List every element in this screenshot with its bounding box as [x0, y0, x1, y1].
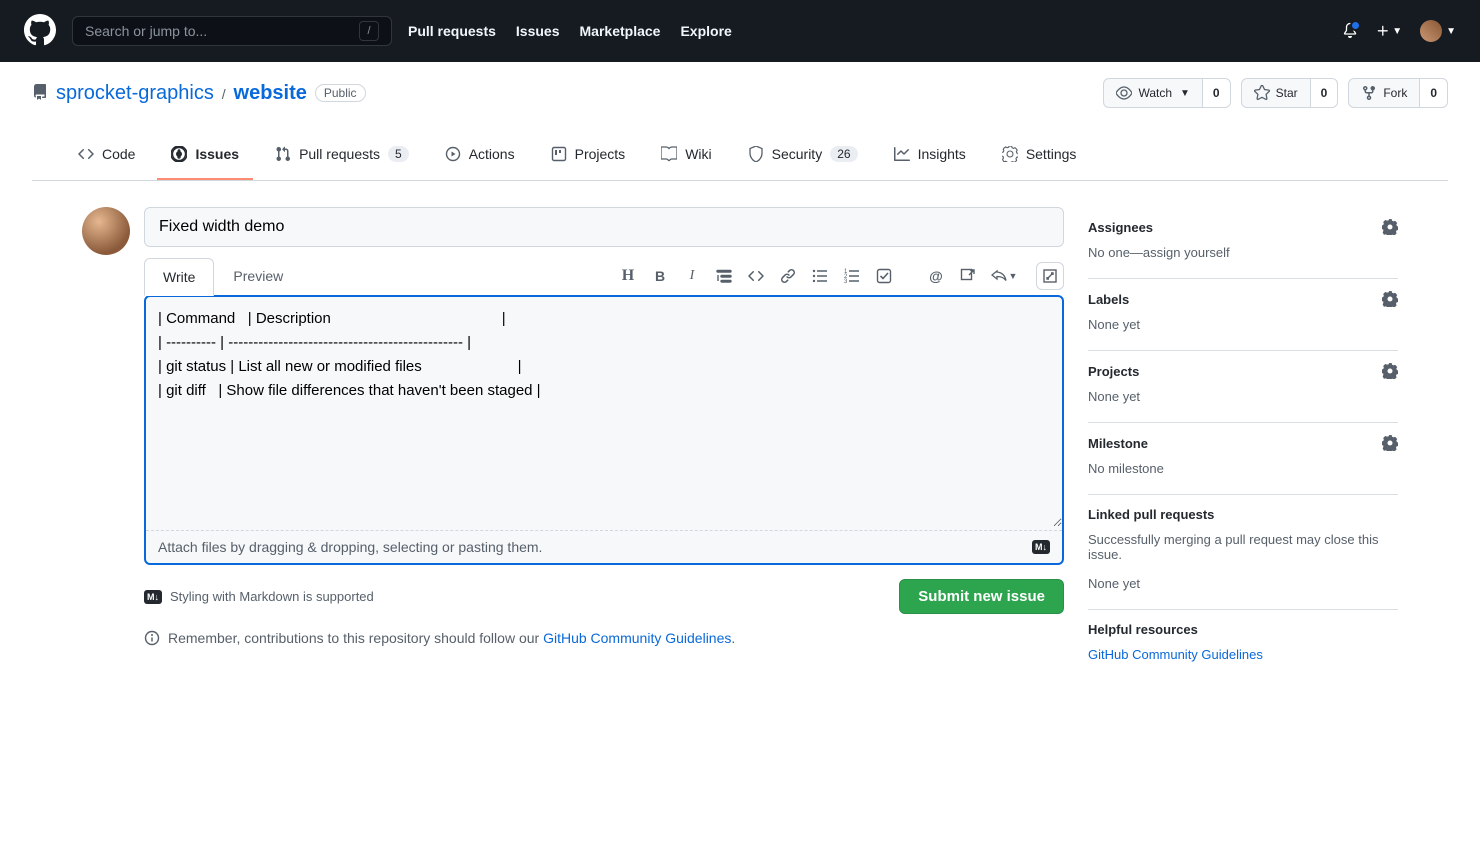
projects-title: Projects	[1088, 364, 1139, 379]
md-toolbar: H B I 123 @ ▼	[614, 262, 1064, 290]
watch-button[interactable]: Watch ▼	[1103, 78, 1202, 108]
tab-wiki[interactable]: Wiki	[647, 136, 725, 180]
repo-header: sprocket-graphics / website Public Watch…	[0, 62, 1480, 181]
link-icon[interactable]	[774, 262, 802, 290]
repo-icon	[32, 84, 48, 103]
markdown-icon[interactable]: M↓	[1032, 540, 1050, 554]
visibility-badge: Public	[315, 84, 366, 102]
tasklist-icon[interactable]	[870, 262, 898, 290]
fork-group: Fork 0	[1348, 78, 1448, 108]
attach-hint[interactable]: Attach files by dragging & dropping, sel…	[146, 530, 1062, 563]
watch-count[interactable]: 0	[1203, 78, 1231, 108]
star-group: Star 0	[1241, 78, 1339, 108]
gear-icon[interactable]	[1382, 363, 1398, 379]
projects-body: None yet	[1088, 389, 1398, 404]
search-placeholder: Search or jump to...	[85, 23, 207, 39]
tab-pulls[interactable]: Pull requests5	[261, 136, 423, 180]
preview-tab[interactable]: Preview	[214, 257, 302, 295]
milestone-body: No milestone	[1088, 461, 1398, 476]
user-menu[interactable]: ▼	[1420, 20, 1456, 42]
fork-button[interactable]: Fork	[1348, 78, 1420, 108]
nav-pulls[interactable]: Pull requests	[408, 23, 496, 39]
repo-breadcrumb: sprocket-graphics / website	[56, 82, 307, 105]
ul-icon[interactable]	[806, 262, 834, 290]
global-search[interactable]: Search or jump to... /	[72, 16, 392, 46]
mention-icon[interactable]: @	[922, 262, 950, 290]
gear-icon[interactable]	[1382, 435, 1398, 451]
repo-owner-link[interactable]: sprocket-graphics	[56, 82, 214, 104]
search-hotkey: /	[359, 21, 379, 41]
italic-icon[interactable]: I	[678, 262, 706, 290]
assignees-title: Assignees	[1088, 220, 1153, 235]
heading-icon[interactable]: H	[614, 262, 642, 290]
write-tab[interactable]: Write	[144, 258, 214, 296]
nav-marketplace[interactable]: Marketplace	[580, 23, 661, 39]
tab-issues[interactable]: Issues	[157, 136, 253, 180]
issue-body-textarea[interactable]	[146, 297, 1062, 527]
assignees-body[interactable]: No one—assign yourself	[1088, 245, 1398, 260]
fullscreen-icon[interactable]	[1036, 262, 1064, 290]
repo-tabs: Code Issues Pull requests5 Actions Proje…	[32, 128, 1448, 181]
tab-insights[interactable]: Insights	[880, 136, 980, 180]
helpful-title: Helpful resources	[1088, 622, 1398, 637]
bold-icon[interactable]: B	[646, 262, 674, 290]
global-header: Search or jump to... / Pull requests Iss…	[0, 0, 1480, 62]
issue-title-input[interactable]	[144, 207, 1064, 247]
tab-projects[interactable]: Projects	[537, 136, 640, 180]
watch-group: Watch ▼ 0	[1103, 78, 1230, 108]
nav-explore[interactable]: Explore	[680, 23, 731, 39]
linked-title: Linked pull requests	[1088, 507, 1214, 522]
fork-count[interactable]: 0	[1420, 78, 1448, 108]
avatar	[1420, 20, 1442, 42]
gear-icon[interactable]	[1382, 219, 1398, 235]
quote-icon[interactable]	[710, 262, 738, 290]
labels-body: None yet	[1088, 317, 1398, 332]
tab-actions[interactable]: Actions	[431, 136, 529, 180]
guidelines-link[interactable]: GitHub Community Guidelines	[543, 630, 731, 646]
markdown-icon: M↓	[144, 590, 162, 604]
nav-issues[interactable]: Issues	[516, 23, 560, 39]
repo-name-link[interactable]: website	[234, 82, 307, 104]
gear-icon[interactable]	[1382, 291, 1398, 307]
tab-code[interactable]: Code	[64, 136, 149, 180]
star-count[interactable]: 0	[1311, 78, 1339, 108]
star-button[interactable]: Star	[1241, 78, 1311, 108]
helpful-link[interactable]: GitHub Community Guidelines	[1088, 647, 1263, 662]
linked-body: None yet	[1088, 576, 1398, 591]
tab-settings[interactable]: Settings	[988, 136, 1091, 180]
code-icon[interactable]	[742, 262, 770, 290]
crossref-icon[interactable]	[954, 262, 982, 290]
contrib-reminder: Remember, contributions to this reposito…	[144, 630, 1064, 646]
issue-composer: Write Preview H B I 123 @	[144, 207, 1064, 680]
user-actions: ▼ ▼	[1342, 20, 1456, 42]
ol-icon[interactable]: 123	[838, 262, 866, 290]
author-avatar	[82, 207, 130, 255]
milestone-title: Milestone	[1088, 436, 1148, 451]
markdown-help[interactable]: M↓ Styling with Markdown is supported	[144, 589, 374, 604]
linked-desc: Successfully merging a pull request may …	[1088, 532, 1398, 562]
global-nav: Pull requests Issues Marketplace Explore	[408, 23, 732, 39]
labels-title: Labels	[1088, 292, 1129, 307]
sidebar: Assignees No one—assign yourself Labels …	[1088, 207, 1398, 680]
submit-button[interactable]: Submit new issue	[899, 579, 1064, 614]
svg-text:3: 3	[844, 279, 848, 284]
reply-icon[interactable]: ▼	[986, 262, 1022, 290]
issue-body-wrap: Attach files by dragging & dropping, sel…	[144, 295, 1064, 565]
notifications-icon[interactable]	[1342, 22, 1358, 41]
create-menu[interactable]: ▼	[1376, 24, 1402, 38]
tab-security[interactable]: Security26	[734, 136, 872, 180]
github-logo[interactable]	[24, 14, 56, 49]
